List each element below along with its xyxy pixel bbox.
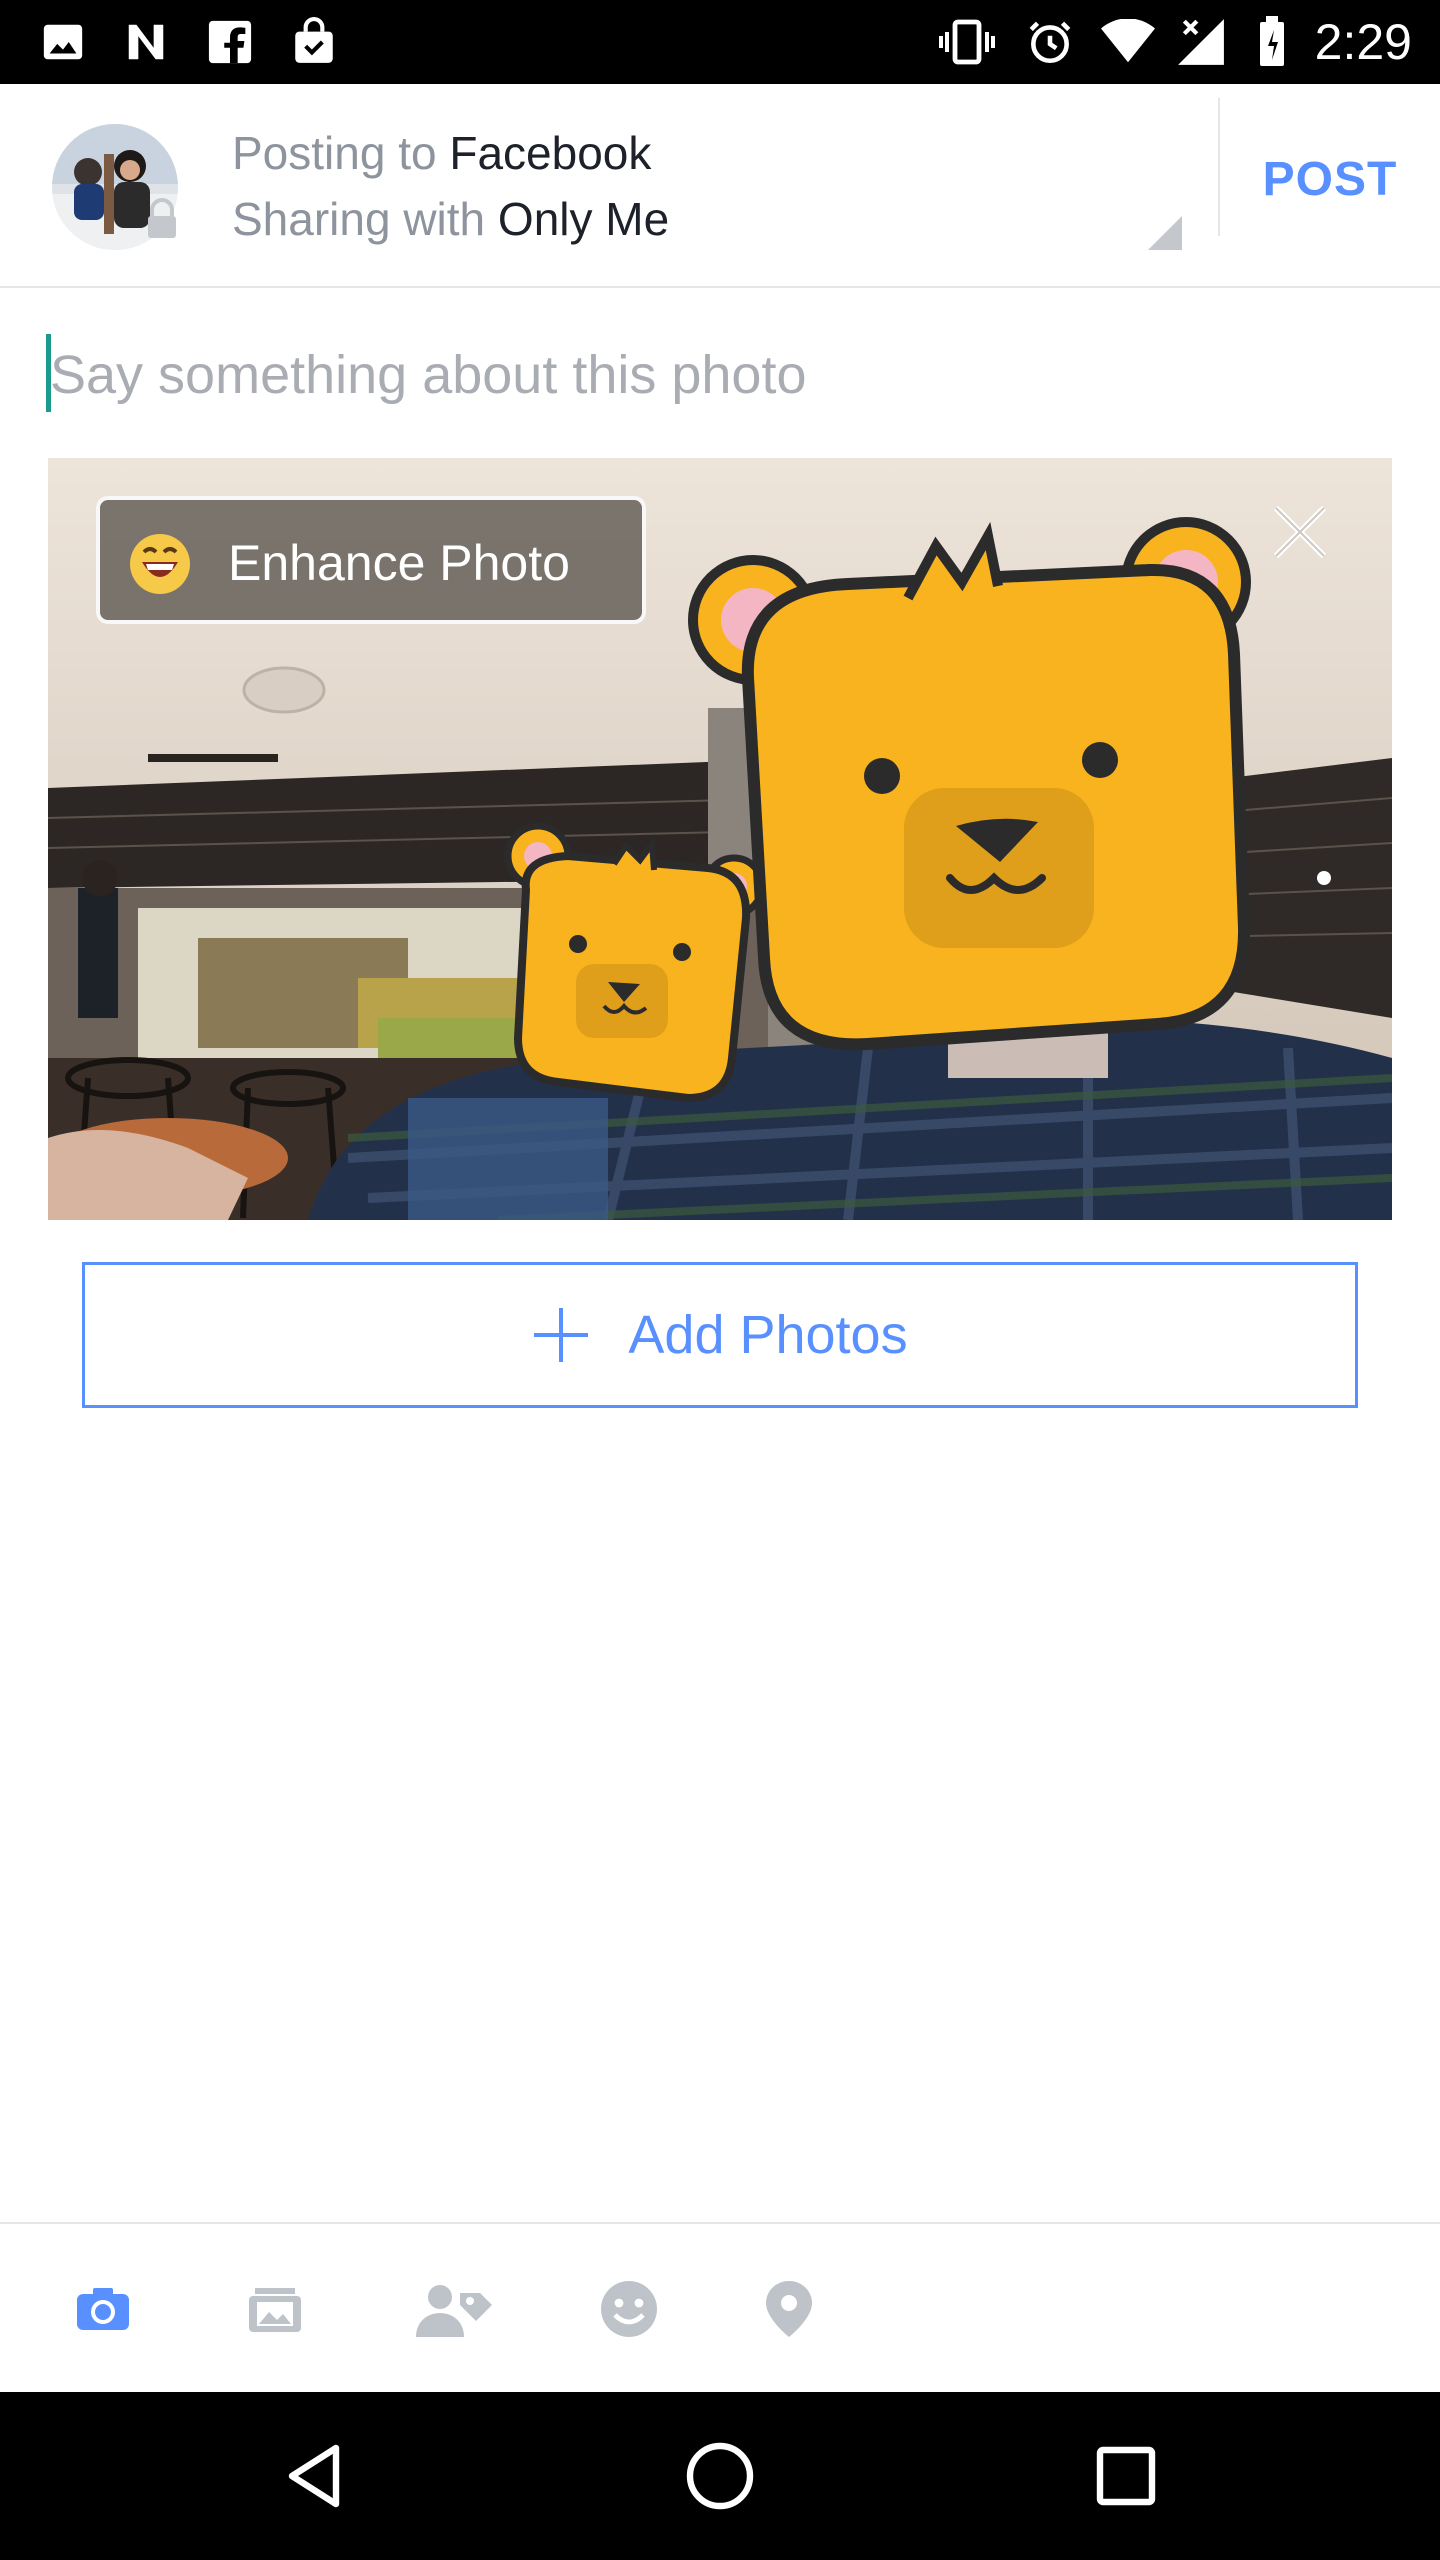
caption-placeholder: Say something about this photo	[50, 345, 807, 405]
dropdown-corner-icon[interactable]	[1148, 216, 1182, 250]
enhance-photo-button[interactable]: Enhance Photo	[96, 496, 646, 624]
emoji-icon[interactable]	[594, 2274, 664, 2344]
attached-photo[interactable]: Enhance Photo	[48, 458, 1392, 1220]
enhance-photo-label: Enhance Photo	[228, 535, 570, 591]
composer-toolbar	[0, 2222, 1440, 2392]
clock-time: 2:29	[1314, 14, 1412, 70]
location-pin-icon[interactable]	[754, 2274, 824, 2344]
posting-target[interactable]: Facebook	[449, 127, 651, 179]
nyt-icon	[118, 14, 174, 70]
recents-icon[interactable]	[1086, 2436, 1166, 2516]
big-bear-sticker	[688, 517, 1251, 1051]
tag-people-icon[interactable]	[414, 2274, 494, 2344]
add-photos-label: Add Photos	[628, 1305, 908, 1365]
alarm-icon	[1022, 14, 1078, 70]
battery-icon	[1250, 14, 1294, 70]
posting-to-line: Posting to Facebook	[232, 126, 651, 180]
facebook-icon	[204, 14, 256, 70]
image-icon	[36, 14, 90, 70]
caption-input[interactable]: Say something about this photo	[46, 334, 1386, 414]
small-bear-sticker	[504, 822, 766, 1103]
post-button[interactable]: POST	[1240, 140, 1420, 220]
laughing-emoji-icon	[130, 534, 190, 594]
sharing-with-line[interactable]: Sharing with Only Me	[232, 192, 669, 246]
shopping-bag-icon	[286, 14, 342, 70]
sharing-prefix: Sharing with	[232, 193, 486, 245]
signal-icon	[1172, 14, 1230, 70]
photo-gallery-icon[interactable]	[240, 2274, 310, 2344]
lock-icon	[144, 198, 180, 238]
header-divider	[1218, 98, 1220, 236]
plus-icon	[534, 1308, 589, 1362]
composer-header: Posting to Facebook Sharing with Only Me…	[0, 84, 1440, 288]
posting-prefix: Posting to	[232, 127, 437, 179]
audience-selector[interactable]: Only Me	[498, 193, 669, 245]
back-icon[interactable]	[276, 2436, 356, 2516]
add-photos-button[interactable]: Add Photos	[82, 1262, 1358, 1408]
vibrate-icon	[934, 14, 1000, 70]
status-bar: 2:29	[0, 0, 1440, 84]
navigation-bar	[0, 2392, 1440, 2560]
camera-icon[interactable]	[68, 2274, 138, 2344]
wifi-icon	[1100, 14, 1156, 70]
close-icon[interactable]	[1270, 502, 1330, 562]
home-icon[interactable]	[680, 2436, 760, 2516]
